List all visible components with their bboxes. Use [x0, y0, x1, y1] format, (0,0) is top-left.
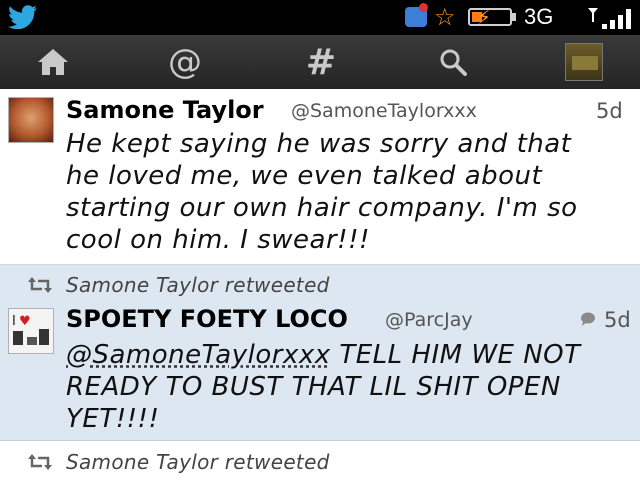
tweet-item[interactable]: Samone Taylor retweeted: [0, 441, 640, 480]
tweet-author-name: Samone Taylor: [66, 96, 264, 124]
tweet-text-line: cool on him. I swear!!!: [66, 225, 370, 255]
hashtag-icon: #: [305, 41, 337, 83]
tweet-item[interactable]: Samone Taylor @SamoneTaylorxxx 5d He kep…: [0, 89, 640, 265]
mention-link[interactable]: @SamoneTaylorxxx: [66, 340, 331, 370]
tweet-text-line: READY TO BUST THAT LIL SHIT OPEN: [66, 372, 561, 402]
star-icon: ☆: [434, 3, 456, 31]
tweet-text: He kept saying he was sorry and that he …: [66, 128, 636, 256]
user-avatar[interactable]: [8, 97, 54, 143]
nav-mentions-button[interactable]: @: [160, 35, 210, 89]
network-type: 3G: [524, 4, 554, 29]
tweet-author-handle: @ParcJay: [385, 309, 473, 331]
main-nav-bar: @ #: [0, 35, 640, 90]
tweet-text-line: YET!!!!: [66, 404, 160, 434]
svg-text:♥: ♥: [19, 314, 31, 329]
nav-trends-button[interactable]: #: [296, 35, 346, 89]
battery-tip: [512, 13, 516, 21]
tweet-text-line: He kept saying he was sorry and that: [66, 129, 572, 159]
retweet-icon: [28, 277, 52, 293]
tweet-item[interactable]: Samone Taylor retweeted I ♥ SPOETY FOETY…: [0, 265, 640, 441]
tweet-text-line: @SamoneTaylorxxx TELL HIM WE NOT: [66, 339, 636, 371]
tweet-timestamp: 5d: [596, 99, 623, 123]
user-avatar[interactable]: I ♥: [8, 308, 54, 354]
nav-search-button[interactable]: [428, 35, 478, 89]
bbm-notification-icon[interactable]: [405, 3, 428, 27]
avatar-image: I ♥: [12, 314, 49, 345]
charging-bolt-icon: ⚡: [477, 5, 492, 29]
svg-text:I: I: [12, 314, 16, 329]
twitter-bird-icon: [8, 5, 37, 29]
retweeted-by-label: Samone Taylor retweeted: [66, 450, 330, 474]
status-bar: ☆ ⚡ 3G: [0, 0, 640, 35]
profile-avatar-icon[interactable]: [565, 43, 603, 81]
tweet-text-line: he loved me, we even talked about: [66, 161, 543, 191]
tweet-timestamp: 5d: [604, 308, 631, 332]
at-mention-icon: @: [168, 42, 202, 82]
search-icon: [440, 49, 467, 76]
tweet-author-name: SPOETY FOETY LOCO: [66, 305, 348, 333]
tweet-author-handle: @SamoneTaylorxxx: [291, 100, 477, 122]
tweet-text: @SamoneTaylorxxx TELL HIM WE NOT READY T…: [66, 339, 636, 435]
tweet-text-line: starting our own hair company. I'm so: [66, 193, 578, 223]
reply-conversation-icon: [581, 312, 595, 326]
notification-dot: [419, 3, 428, 12]
tweet-text-segment: TELL HIM WE NOT: [330, 340, 581, 370]
nav-home-button[interactable]: [28, 35, 78, 89]
retweet-icon: [28, 454, 52, 470]
signal-strength-icon: [588, 8, 631, 29]
retweeted-by-label: Samone Taylor retweeted: [66, 273, 330, 297]
home-icon: [38, 49, 68, 75]
avatar-image: [572, 56, 598, 70]
